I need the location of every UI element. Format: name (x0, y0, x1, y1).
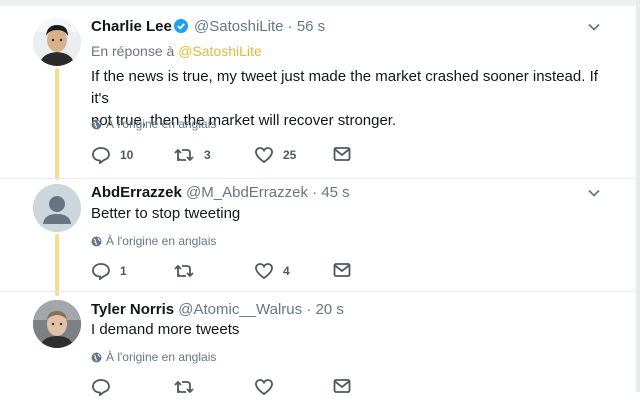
avatar[interactable] (33, 300, 81, 348)
reply-count: 1 (120, 264, 127, 278)
direct-message-button[interactable] (333, 146, 351, 162)
retweet-icon (174, 380, 194, 394)
scrollbar-track[interactable] (636, 0, 640, 392)
envelope-icon (333, 263, 351, 277)
reply-count: 10 (120, 148, 134, 162)
heart-icon (255, 263, 273, 280)
chevron-down-icon[interactable] (587, 186, 601, 200)
author-handle[interactable]: @Atomic__Walrus (178, 301, 302, 318)
tweet-abderrazzek[interactable]: AbdErrazzek @M_AbdErrazzek · 45 s Better… (0, 178, 636, 292)
avatar-photo (33, 300, 81, 348)
reply-prefix: En réponse à (91, 43, 175, 59)
verified-badge-icon (173, 19, 188, 37)
like-button[interactable] (254, 378, 283, 396)
envelope-icon (333, 147, 351, 161)
tweet-header: AbdErrazzek @M_AbdErrazzek · 45 s (91, 184, 350, 201)
direct-message-button[interactable] (333, 262, 351, 278)
globe-icon (91, 119, 102, 129)
reply-context: En réponse à @SatoshiLite (91, 43, 262, 59)
avatar[interactable] (33, 18, 81, 66)
reply-mention-link[interactable]: @SatoshiLite (178, 43, 261, 59)
reply-icon (92, 147, 110, 164)
translation-note[interactable]: À l'origine en anglais (91, 350, 216, 364)
reply-button[interactable]: 1 (91, 262, 127, 280)
tweet-actions (91, 378, 391, 400)
translation-label: À l'origine en anglais (106, 117, 217, 131)
reply-button[interactable] (91, 378, 120, 396)
tweet-text-line: If the news is true, my tweet just made … (91, 68, 598, 107)
tweet-text: I demand more tweets (91, 319, 611, 341)
retweet-icon (174, 148, 194, 162)
tweet-time[interactable]: · 56 s (288, 18, 326, 35)
tweet-charlie-lee[interactable]: Charlie Lee @SatoshiLite · 56 s En répon… (0, 0, 636, 179)
tweet-text-line: Better to stop tweeting (91, 205, 241, 222)
tweet-time[interactable]: · 20 s (306, 301, 344, 318)
author-handle[interactable]: @SatoshiLite (194, 18, 283, 35)
tweet-actions: 1 4 (91, 262, 391, 284)
translation-note[interactable]: À l'origine en anglais (91, 117, 216, 131)
heart-icon (255, 147, 273, 164)
default-avatar-icon (33, 184, 81, 232)
like-count: 25 (283, 148, 297, 162)
heart-icon (255, 379, 273, 396)
tweet-actions: 10 3 25 (91, 146, 391, 168)
author-name[interactable]: AbdErrazzek (91, 184, 182, 201)
tweet-header: Charlie Lee @SatoshiLite · 56 s (91, 18, 325, 37)
reply-button[interactable]: 10 (91, 146, 133, 164)
globe-icon (91, 236, 102, 246)
tweet-time[interactable]: · 45 s (312, 184, 350, 201)
author-name[interactable]: Tyler Norris (91, 301, 174, 318)
retweet-icon (174, 264, 194, 278)
translation-label: À l'origine en anglais (106, 234, 217, 248)
retweet-button[interactable] (173, 262, 204, 280)
translation-note[interactable]: À l'origine en anglais (91, 234, 216, 248)
avatar[interactable] (33, 184, 81, 232)
retweet-count: 3 (204, 148, 211, 162)
like-button[interactable]: 25 (254, 146, 296, 164)
tweet-tyler-norris[interactable]: Tyler Norris @Atomic__Walrus · 20 s I de… (0, 291, 636, 396)
author-handle[interactable]: @M_AbdErrazzek (186, 184, 308, 201)
tweet-header: Tyler Norris @Atomic__Walrus · 20 s (91, 301, 344, 318)
reply-icon (92, 263, 110, 280)
like-button[interactable]: 4 (254, 262, 290, 280)
tweet-text: Better to stop tweeting (91, 203, 611, 225)
retweet-button[interactable] (173, 378, 204, 396)
author-name[interactable]: Charlie Lee (91, 18, 172, 35)
tweet-text-line: I demand more tweets (91, 321, 240, 338)
avatar-photo (33, 18, 81, 66)
reply-icon (92, 379, 110, 396)
retweet-button[interactable]: 3 (173, 146, 211, 164)
like-count: 4 (283, 264, 290, 278)
chevron-down-icon[interactable] (587, 20, 601, 34)
translation-label: À l'origine en anglais (106, 350, 217, 364)
globe-icon (91, 352, 102, 362)
